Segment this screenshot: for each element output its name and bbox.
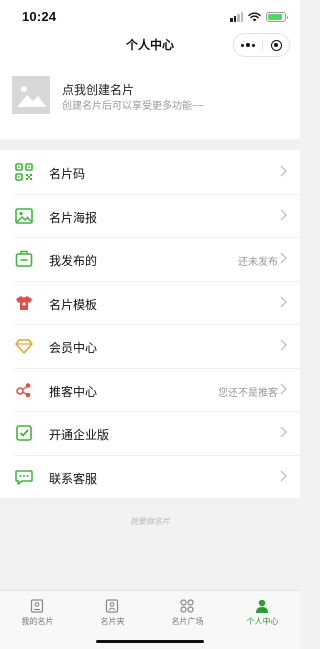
person-icon (256, 599, 268, 613)
chevron-right-icon (280, 339, 287, 351)
menu-item-my-published[interactable]: 我发布的 还未发布 (0, 237, 300, 281)
chevron-right-icon (280, 296, 287, 307)
qr-code-icon (15, 163, 33, 181)
status-icons (230, 11, 288, 23)
menu-item-enterprise[interactable]: 开通企业版 (0, 411, 300, 455)
chevron-right-icon (280, 383, 287, 394)
diamond-icon (15, 339, 33, 354)
share-nodes-icon (16, 382, 31, 397)
card-holder-icon (105, 599, 119, 613)
more-icon[interactable] (234, 43, 262, 47)
chevron-right-icon (280, 470, 287, 481)
chevron-right-icon (280, 426, 287, 438)
tab-label: 名片夹 (100, 617, 125, 626)
tab-personal-center[interactable]: 个人中心 (225, 591, 300, 649)
card-icon (30, 599, 44, 613)
profile-title: 点我创建名片 (62, 83, 135, 97)
menu-label: 开通企业版 (49, 428, 110, 442)
avatar-placeholder-icon (12, 76, 50, 114)
home-indicator (96, 640, 204, 643)
menu-value: 您还不是推客 (218, 387, 278, 399)
chevron-right-icon (280, 252, 287, 264)
menu-value: 还未发布 (238, 257, 278, 268)
menu-item-card-poster[interactable]: 名片海报 (0, 193, 300, 238)
chevron-right-icon (280, 165, 287, 177)
menu-item-customer-service[interactable]: 联系客服 (0, 454, 300, 499)
menu-item-member-center[interactable]: 会员中心 (0, 324, 300, 368)
menu-item-card-code[interactable]: 名片码 (0, 150, 300, 194)
menu-label: 联系客服 (49, 471, 98, 486)
wifi-icon (248, 12, 261, 22)
image-icon (15, 207, 33, 224)
menu-label: 会员中心 (49, 341, 98, 355)
publish-box-icon (15, 250, 33, 267)
tab-label: 我的名片 (21, 617, 54, 626)
tab-my-card[interactable]: 我的名片 (0, 591, 75, 649)
chat-bubble-icon (15, 469, 33, 485)
grid-icon (180, 599, 194, 613)
nav-bar: 个人中心 (0, 33, 300, 59)
battery-icon (266, 12, 288, 22)
check-doc-icon (16, 425, 32, 441)
profile-card[interactable]: 点我创建名片 创建名片后可以享受更多功能~~ (0, 59, 300, 139)
tab-label: 个人中心 (246, 617, 279, 626)
status-bar: 10:24 (0, 0, 300, 33)
menu-label: 名片海报 (49, 210, 98, 225)
shirt-icon (16, 295, 32, 310)
menu-label: 名片码 (49, 167, 86, 181)
signal-icon (230, 12, 243, 22)
close-target-icon[interactable] (263, 39, 289, 51)
chevron-right-icon (280, 209, 287, 220)
menu-item-card-template[interactable]: 名片模板 (0, 280, 300, 325)
menu-label: 推客中心 (49, 384, 98, 399)
menu-item-promoter-center[interactable]: 推客中心 您还不是推客 (0, 367, 300, 412)
status-time: 10:24 (22, 9, 57, 24)
menu-label: 名片模板 (49, 297, 98, 312)
tab-label: 名片广场 (171, 617, 204, 626)
menu-label: 我发布的 (49, 254, 98, 268)
profile-subtitle: 创建名片后可以享受更多功能~~ (62, 101, 204, 112)
make-card-link[interactable]: 我要做名片 (0, 516, 300, 527)
mini-program-capsule (233, 33, 290, 57)
menu-list: 名片码 名片海报 我发布的 还未发布 名片模板 会员中心 推客中心 您还不是推客… (0, 150, 300, 498)
